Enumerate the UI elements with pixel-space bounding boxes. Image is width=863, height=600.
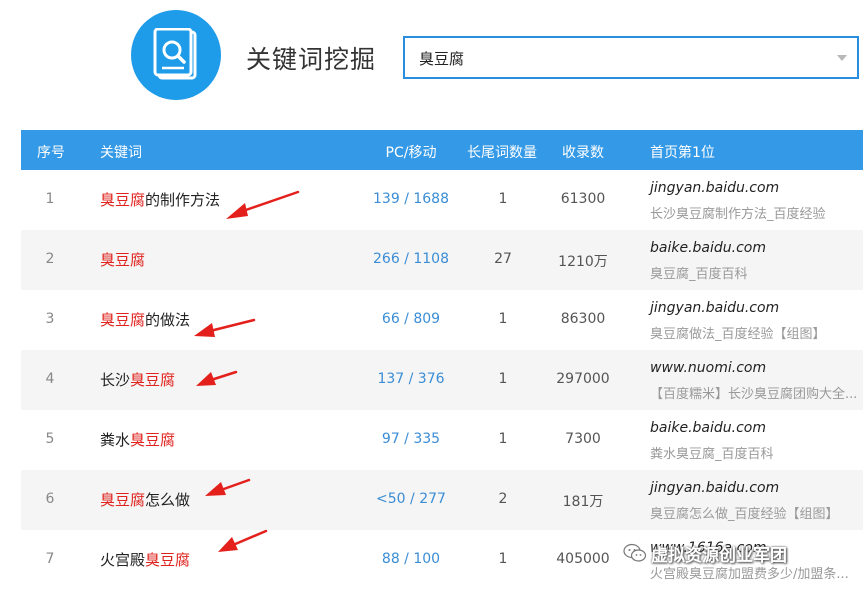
keyword-link[interactable]: 臭豆腐的做法 bbox=[100, 309, 190, 330]
top-result-site[interactable]: jingyan.baidu.com bbox=[650, 480, 779, 496]
indexed-count: 7300 bbox=[565, 431, 601, 447]
column-header-keyword: 关键词 bbox=[100, 145, 142, 161]
keyword-text: 的制作方法 bbox=[145, 191, 221, 209]
keyword-link[interactable]: 臭豆腐怎么做 bbox=[100, 489, 190, 510]
app-logo bbox=[131, 10, 221, 100]
top-result-desc: 【百度糯米】长沙臭豆腐团购大全... bbox=[650, 387, 858, 402]
top-result-site[interactable]: baike.baidu.com bbox=[650, 240, 766, 256]
keyword-link[interactable]: 火宫殿臭豆腐 bbox=[100, 549, 190, 570]
keyword-table: 序号 关键词 PC/移动 长尾词数量 收录数 首页第1位 1 臭豆腐的制作方法 13… bbox=[21, 130, 863, 590]
keyword-highlight: 臭豆腐 bbox=[100, 191, 146, 209]
table-row: 1 臭豆腐的制作方法 139 / 1688 1 61300 jingyan.baidu.c… bbox=[21, 170, 863, 230]
keyword-text: 的做法 bbox=[145, 311, 191, 329]
row-index: 1 bbox=[45, 191, 55, 207]
keyword-select[interactable] bbox=[403, 36, 859, 79]
search-document-icon bbox=[153, 28, 197, 80]
top-result-site[interactable]: jingyan.baidu.com bbox=[650, 300, 779, 316]
top-result-desc: 长沙臭豆腐制作方法_百度经验 bbox=[650, 207, 826, 222]
keyword-link[interactable]: 臭豆腐 bbox=[100, 249, 145, 270]
top-result-desc: 臭豆腐做法_百度经验【组图】 bbox=[650, 327, 826, 342]
indexed-count: 405000 bbox=[556, 551, 610, 567]
longtail-count: 1 bbox=[498, 191, 508, 207]
indexed-count: 61300 bbox=[560, 191, 606, 207]
pc-mobile-index[interactable]: 139 / 1688 bbox=[351, 191, 471, 207]
top-result-site[interactable]: jingyan.baidu.com bbox=[650, 180, 779, 196]
keyword-input[interactable] bbox=[417, 38, 821, 79]
pc-mobile-index[interactable]: 97 / 335 bbox=[351, 431, 471, 447]
longtail-count: 2 bbox=[498, 491, 508, 507]
indexed-count: 86300 bbox=[560, 311, 606, 327]
keyword-text: 火宫殿 bbox=[100, 551, 146, 569]
longtail-count: 1 bbox=[498, 311, 508, 327]
column-header-index: 序号 bbox=[37, 145, 65, 161]
keyword-text: 粪水 bbox=[100, 431, 131, 449]
row-index: 2 bbox=[45, 251, 55, 267]
row-index: 6 bbox=[45, 491, 55, 507]
indexed-count: 181万 bbox=[562, 494, 604, 510]
keyword-highlight: 臭豆腐 bbox=[100, 311, 146, 329]
keyword-highlight: 臭豆腐 bbox=[145, 551, 191, 569]
top-result-site[interactable]: baike.baidu.com bbox=[650, 420, 766, 436]
longtail-count: 27 bbox=[494, 251, 512, 267]
row-index: 5 bbox=[45, 431, 55, 447]
table-row: 6 臭豆腐怎么做 <50 / 277 2 181万 jingyan.baidu.com 臭豆… bbox=[21, 470, 863, 530]
top-result-desc: 粪水臭豆腐_百度百科 bbox=[650, 447, 774, 462]
table-row: 5 粪水臭豆腐 97 / 335 1 7300 baike.baidu.com 粪水臭豆腐_… bbox=[21, 410, 863, 470]
column-header-longtail: 长尾词数量 bbox=[467, 145, 537, 161]
keyword-text: 怎么做 bbox=[145, 491, 191, 509]
column-header-top-result: 首页第1位 bbox=[650, 145, 715, 161]
indexed-count: 297000 bbox=[556, 371, 610, 387]
keyword-link[interactable]: 臭豆腐的制作方法 bbox=[100, 189, 220, 210]
pc-mobile-index[interactable]: 88 / 100 bbox=[351, 551, 471, 567]
row-index: 7 bbox=[45, 551, 55, 567]
pc-mobile-index[interactable]: 137 / 376 bbox=[351, 371, 471, 387]
table-row: 2 臭豆腐 266 / 1108 27 1210万 baike.baidu.com 臭豆腐_… bbox=[21, 230, 863, 290]
keyword-highlight: 臭豆腐 bbox=[100, 251, 146, 269]
row-index: 4 bbox=[45, 371, 55, 387]
pc-mobile-index[interactable]: 66 / 809 bbox=[351, 311, 471, 327]
keyword-highlight: 臭豆腐 bbox=[130, 431, 176, 449]
table-row: 4 长沙臭豆腐 137 / 376 1 297000 www.nuomi.com 【百度糯米… bbox=[21, 350, 863, 410]
row-index: 3 bbox=[45, 311, 55, 327]
column-header-indexed: 收录数 bbox=[562, 145, 604, 161]
longtail-count: 1 bbox=[498, 551, 508, 567]
top-result-desc: 臭豆腐怎么做_百度经验【组图】 bbox=[650, 507, 839, 522]
keyword-link[interactable]: 长沙臭豆腐 bbox=[100, 369, 175, 390]
watermark-text: 虚拟资源创业军团 bbox=[651, 546, 787, 566]
longtail-count: 1 bbox=[498, 431, 508, 447]
chevron-down-icon[interactable] bbox=[837, 55, 847, 61]
column-header-pc-mobile: PC/移动 bbox=[385, 145, 437, 161]
table-header: 序号 关键词 PC/移动 长尾词数量 收录数 首页第1位 bbox=[21, 130, 863, 170]
wechat-icon bbox=[623, 543, 647, 562]
pc-mobile-index[interactable]: <50 / 277 bbox=[351, 491, 471, 507]
table-row: 3 臭豆腐的做法 66 / 809 1 86300 jingyan.baidu.com 臭豆… bbox=[21, 290, 863, 350]
pc-mobile-index[interactable]: 266 / 1108 bbox=[351, 251, 471, 267]
keyword-text: 长沙 bbox=[100, 371, 131, 389]
keyword-highlight: 臭豆腐 bbox=[100, 491, 146, 509]
table-body: 1 臭豆腐的制作方法 139 / 1688 1 61300 jingyan.baidu.c… bbox=[21, 170, 863, 590]
longtail-count: 1 bbox=[498, 371, 508, 387]
page-title: 关键词挖掘 bbox=[246, 45, 377, 74]
indexed-count: 1210万 bbox=[558, 254, 608, 270]
keyword-link[interactable]: 粪水臭豆腐 bbox=[100, 429, 175, 450]
top-result-desc: 臭豆腐_百度百科 bbox=[650, 267, 748, 282]
top-result-site[interactable]: www.nuomi.com bbox=[650, 360, 766, 376]
keyword-highlight: 臭豆腐 bbox=[130, 371, 176, 389]
